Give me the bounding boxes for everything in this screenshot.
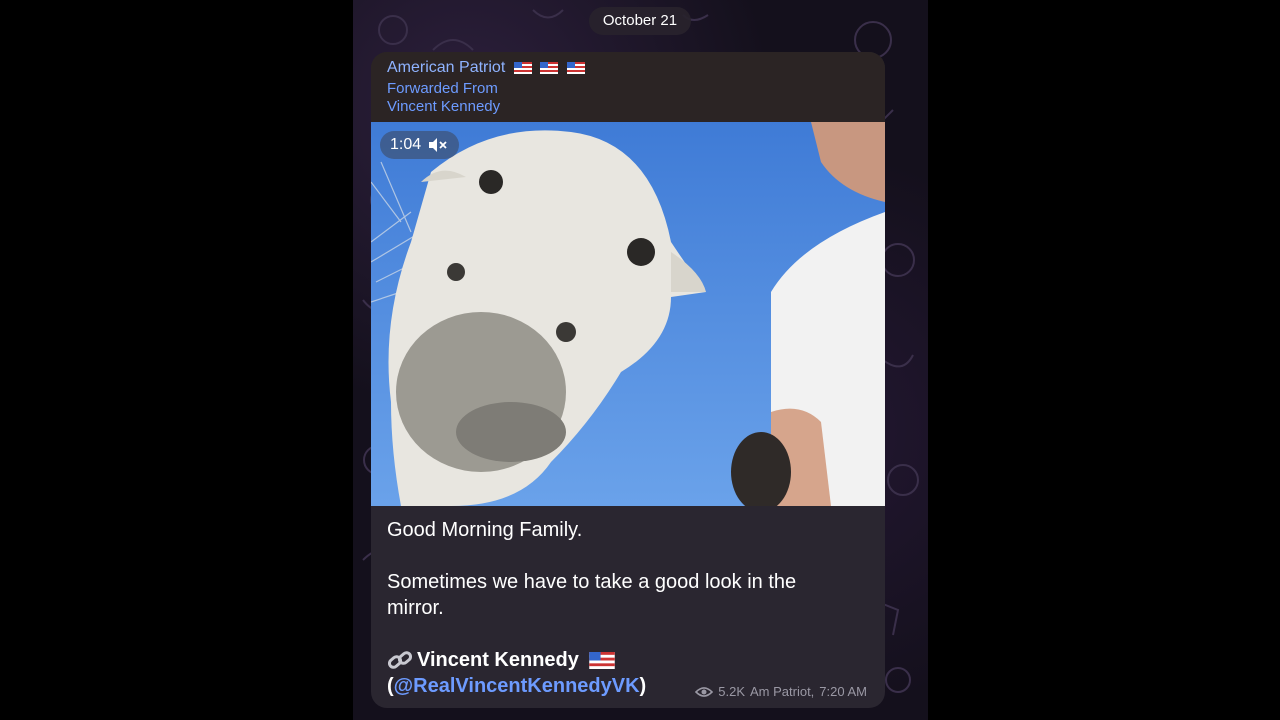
signature: Vincent Kennedy	[387, 649, 615, 672]
forwarded-source[interactable]: Vincent Kennedy	[387, 98, 500, 115]
us-flag-icon	[589, 652, 615, 669]
sender-label: American Patriot	[387, 59, 506, 76]
view-count: 5.2K	[718, 684, 745, 699]
message-bubble[interactable]: American Patriot Forwarded From Vincent …	[371, 52, 885, 708]
handle-open-paren: (	[387, 675, 394, 697]
handle-link[interactable]: @RealVincentKennedyVK	[394, 675, 640, 697]
post-author: Am Patriot,	[750, 684, 815, 699]
video-duration-badge[interactable]: 1:04	[380, 131, 460, 159]
eye-icon	[695, 686, 714, 697]
post-time: 7:20 AM	[819, 684, 867, 699]
video-duration: 1:04	[390, 136, 422, 153]
message-text-line: Sometimes we have to take a good look in…	[387, 571, 797, 593]
video-thumbnail	[371, 122, 885, 506]
link-icon	[387, 650, 413, 669]
handle-close-paren: )	[639, 675, 647, 697]
us-flag-icon	[540, 61, 559, 74]
sender-name[interactable]: American Patriot	[387, 59, 585, 77]
signature-name: Vincent Kennedy	[417, 649, 579, 671]
date-separator: October 21	[589, 7, 691, 35]
message-header: American Patriot Forwarded From Vincent …	[371, 52, 885, 122]
message-text-line: mirror.	[387, 597, 444, 619]
us-flag-icon	[513, 61, 532, 74]
video-player[interactable]: 1:04	[371, 122, 885, 506]
us-flag-icon	[566, 61, 585, 74]
forwarded-label: Forwarded From	[387, 80, 498, 97]
message-text-line: Good Morning Family.	[387, 519, 583, 541]
speaker-muted-icon[interactable]	[427, 137, 449, 153]
handle-line: (@RealVincentKennedyVK)	[387, 675, 646, 698]
message-meta: 5.2K Am Patriot, 7:20 AM	[695, 684, 867, 699]
